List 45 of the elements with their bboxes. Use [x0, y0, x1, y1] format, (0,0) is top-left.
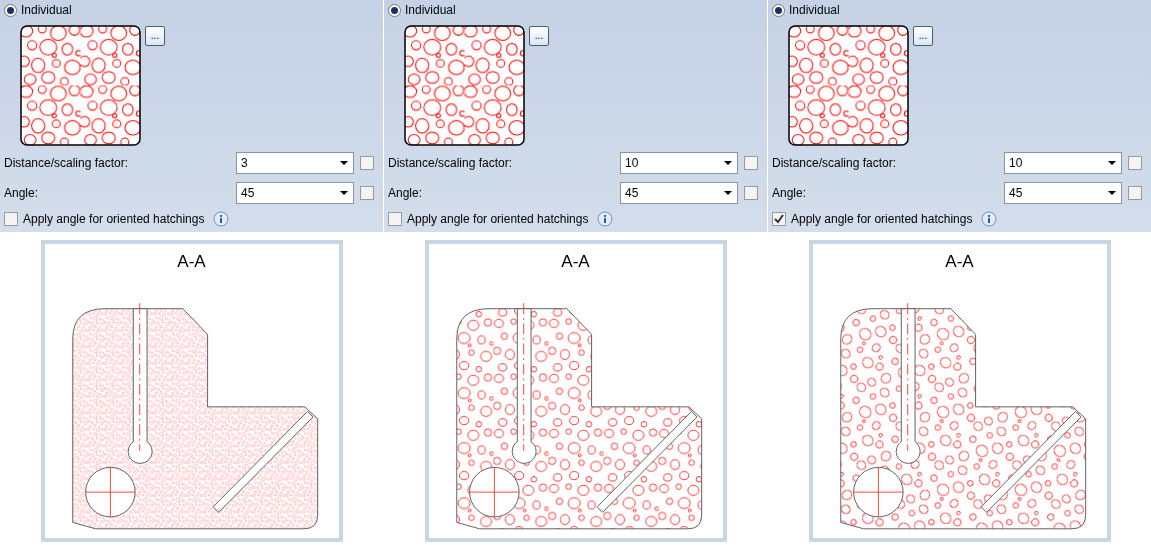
radio-button[interactable] — [4, 3, 17, 17]
field-label: Distance/scaling factor: — [388, 156, 514, 170]
browse-button[interactable]: ... — [913, 26, 933, 46]
caret-icon — [1108, 191, 1116, 195]
browse-button[interactable]: ... — [529, 26, 549, 46]
caret-icon — [340, 191, 348, 195]
section-title: A-A — [177, 252, 206, 272]
dropdown-field[interactable]: 3 — [236, 152, 354, 174]
checkbox[interactable] — [1128, 186, 1142, 200]
checkbox[interactable] — [388, 212, 402, 226]
section-title: A-A — [561, 252, 590, 272]
caret-icon — [1108, 161, 1116, 165]
checkbox[interactable] — [360, 186, 374, 200]
checkbox-label: Apply angle for oriented hatchings — [791, 212, 973, 226]
info-icon[interactable] — [981, 211, 998, 227]
checkbox-label: Apply angle for oriented hatchings — [23, 212, 205, 226]
caret-icon — [724, 191, 732, 195]
checkbox[interactable] — [744, 186, 758, 200]
field-label: Distance/scaling factor: — [4, 156, 130, 170]
field-label: Angle: — [4, 186, 40, 200]
dropdown-field[interactable]: 45 — [1004, 182, 1122, 204]
dropdown-field[interactable]: 45 — [236, 182, 354, 204]
info-icon[interactable] — [213, 211, 230, 227]
dropdown-field[interactable]: 10 — [620, 152, 738, 174]
field-label: Angle: — [388, 186, 424, 200]
checkbox-label: Apply angle for oriented hatchings — [407, 212, 589, 226]
radio-button[interactable] — [772, 3, 785, 17]
checkbox[interactable] — [4, 212, 18, 226]
caret-icon — [340, 161, 348, 165]
checkbox[interactable] — [744, 156, 758, 170]
radio-label: Individual — [789, 3, 840, 17]
field-label: Distance/scaling factor: — [772, 156, 898, 170]
section-title: A-A — [945, 252, 974, 272]
dropdown-field[interactable]: 45 — [620, 182, 738, 204]
field-label: Angle: — [772, 186, 808, 200]
radio-button[interactable] — [388, 3, 401, 17]
caret-icon — [724, 161, 732, 165]
info-icon[interactable] — [597, 211, 614, 227]
dropdown-field[interactable]: 10 — [1004, 152, 1122, 174]
radio-label: Individual — [21, 3, 72, 17]
checkbox[interactable] — [772, 212, 786, 226]
radio-label: Individual — [405, 3, 456, 17]
browse-button[interactable]: ... — [145, 26, 165, 46]
checkbox[interactable] — [1128, 156, 1142, 170]
checkbox[interactable] — [360, 156, 374, 170]
